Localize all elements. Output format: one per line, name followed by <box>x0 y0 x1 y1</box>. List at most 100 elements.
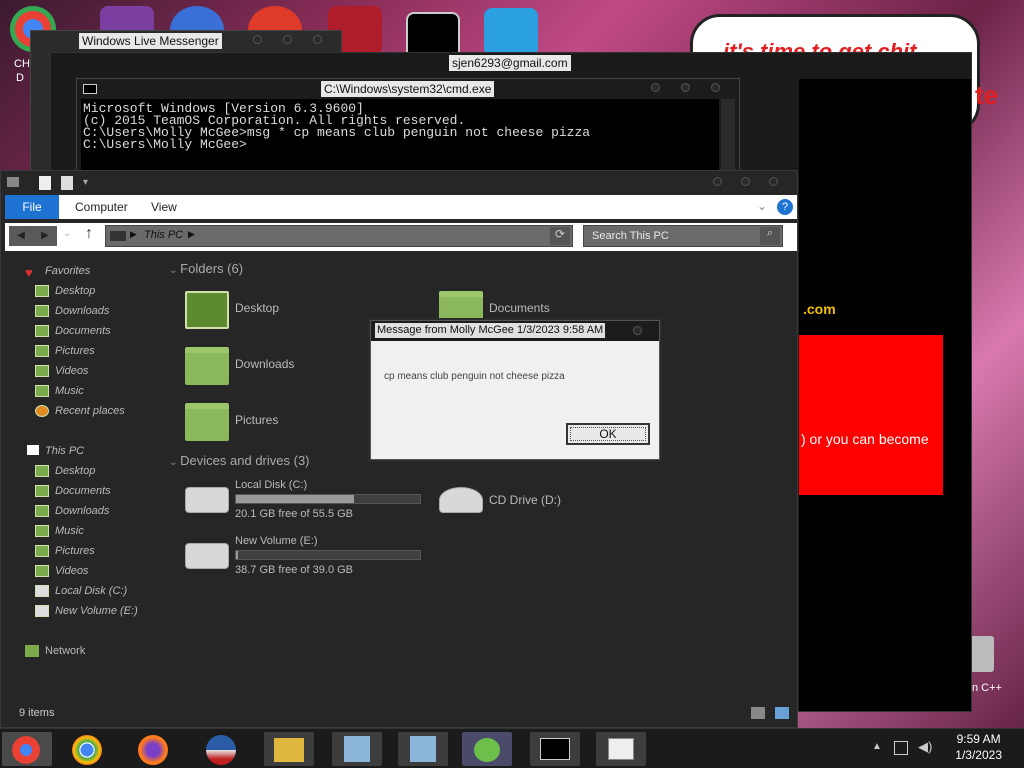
forward-button[interactable]: ▶ <box>33 226 57 246</box>
section-title: Devices and drives (3) <box>180 453 310 468</box>
volume-icon[interactable]: ◀) <box>918 739 932 755</box>
cmd-window[interactable]: C:\Windows\system32\cmd.exe Microsoft Wi… <box>76 78 740 178</box>
drive-item[interactable]: Local Disk (C:) 20.1 GB free of 55.5 GB <box>169 477 421 533</box>
sidebar-item-recent-places[interactable]: Recent places <box>21 401 161 421</box>
minimize-button[interactable] <box>253 35 262 44</box>
cmd-output[interactable]: Microsoft Windows [Version 6.3.9600] (c) … <box>81 99 719 177</box>
new-folder-icon[interactable] <box>61 176 73 190</box>
ribbon-tabs: File Computer View ⌄ ? <box>5 195 797 219</box>
folders-section-header[interactable]: ⌄ Folders (6) <box>169 259 789 279</box>
chevron-down-icon: ⌄ <box>169 265 181 276</box>
window-app-icon[interactable] <box>596 732 646 766</box>
sidebar-item-music[interactable]: Music <box>21 521 161 541</box>
back-button[interactable]: ◀ <box>9 226 33 246</box>
sidebar-item-videos[interactable]: Videos <box>21 361 161 381</box>
sidebar-item-this-pc[interactable]: This PC <box>21 441 161 461</box>
cmd-icon[interactable] <box>530 732 580 766</box>
help-icon[interactable]: ? <box>777 199 793 215</box>
search-icon[interactable]: ⌕ <box>760 227 780 245</box>
recycle-bin-icon[interactable] <box>970 636 994 672</box>
cmd-icon <box>83 84 97 94</box>
desktop-icon <box>35 465 49 477</box>
show-hidden-icons-icon[interactable]: ▲ <box>872 741 882 752</box>
recent-dropdown-icon[interactable]: ⌄ <box>63 228 71 239</box>
devices-section-header[interactable]: ⌄ Devices and drives (3) <box>169 451 310 471</box>
sidebar-item-label: Music <box>55 385 84 397</box>
close-button[interactable] <box>711 83 720 92</box>
file-explorer-icon[interactable] <box>264 732 314 766</box>
sidebar-item-documents[interactable]: Documents <box>21 321 161 341</box>
sidebar-item-videos[interactable]: Videos <box>21 561 161 581</box>
network-icon[interactable] <box>894 741 908 755</box>
chrome-icon[interactable] <box>62 732 112 766</box>
maximize-button[interactable] <box>741 177 750 186</box>
cmd-scrollbar[interactable] <box>721 99 735 177</box>
ok-button[interactable]: OK <box>566 423 650 445</box>
sidebar-item-pictures[interactable]: Pictures <box>21 341 161 361</box>
sidebar-item-favorites[interactable]: ♥ Favorites <box>21 261 161 281</box>
drive-usage-fill <box>236 551 238 559</box>
messenger-icon[interactable] <box>462 732 512 766</box>
sidebar-item-label: This PC <box>45 445 85 457</box>
drive-free-space: 20.1 GB free of 55.5 GB <box>235 508 354 520</box>
tab-view[interactable]: View <box>139 195 189 219</box>
obama-logo-icon[interactable] <box>196 732 246 766</box>
downloads-icon <box>35 305 49 317</box>
drive-item[interactable]: CD Drive (D:) <box>423 477 673 533</box>
sidebar-item-pictures[interactable]: Pictures <box>21 541 161 561</box>
sidebar-item-documents[interactable]: Documents <box>21 481 161 501</box>
minimize-button[interactable] <box>651 83 660 92</box>
tab-computer[interactable]: Computer <box>63 195 140 219</box>
sidebar-item-music[interactable]: Music <box>21 381 161 401</box>
close-button[interactable] <box>313 35 322 44</box>
sidebar-item-network[interactable]: Network <box>21 641 161 661</box>
sidebar-item-label: Desktop <box>55 285 96 297</box>
recent-places-icon <box>35 405 49 417</box>
dialog-title: Message from Molly McGee 1/3/2023 9:58 A… <box>375 323 606 338</box>
tab-file[interactable]: File <box>5 195 59 219</box>
drive-item[interactable]: New Volume (E:) 38.7 GB free of 39.0 GB <box>169 533 421 589</box>
sidebar-item-label: Videos <box>55 365 89 377</box>
sidebar-item-local-disk[interactable]: Local Disk (C:) <box>21 581 161 601</box>
clock[interactable]: 9:59 AM 1/3/2023 <box>955 731 1002 763</box>
minimize-button[interactable] <box>713 177 722 186</box>
address-bar[interactable]: ▶ This PC ▶ ⟳ <box>105 225 573 247</box>
chat-link[interactable]: .com <box>803 301 836 317</box>
message-dialog[interactable]: Message from Molly McGee 1/3/2023 9:58 A… <box>370 320 660 460</box>
search-box[interactable]: Search This PC ⌕ <box>583 225 783 247</box>
firefox-icon[interactable] <box>128 732 178 766</box>
chat-red-text: ) or you can become <box>801 431 929 447</box>
network-setup-icon[interactable] <box>332 732 382 766</box>
refresh-icon[interactable]: ⟳ <box>550 227 570 245</box>
large-icons-view-icon[interactable] <box>775 707 789 719</box>
music-icon <box>35 525 49 537</box>
remote-app-icon[interactable] <box>484 8 538 56</box>
sidebar-item-desktop[interactable]: Desktop <box>21 281 161 301</box>
up-arrow-icon[interactable]: ↑ <box>85 225 93 243</box>
sidebar-item-desktop[interactable]: Desktop <box>21 461 161 481</box>
drive-usage-fill <box>236 495 354 503</box>
folder-label: Pictures <box>235 413 279 427</box>
maximize-button[interactable] <box>283 35 292 44</box>
breadcrumb-this-pc[interactable]: This PC <box>144 229 183 241</box>
desktop-icon <box>35 285 49 297</box>
downloads-folder-icon <box>185 347 229 385</box>
close-button[interactable] <box>633 326 642 335</box>
breadcrumb-chevron-icon[interactable]: ▶ <box>188 229 195 240</box>
search-input[interactable]: Search This PC <box>592 230 669 242</box>
section-title: Folders (6) <box>180 261 244 276</box>
properties-icon[interactable] <box>39 176 51 190</box>
sidebar-item-downloads[interactable]: Downloads <box>21 501 161 521</box>
close-button[interactable] <box>769 177 778 186</box>
network-setup-2-icon[interactable] <box>398 732 448 766</box>
chat-red-box: ) or you can become <box>799 335 943 495</box>
chrome-legacy-icon[interactable] <box>2 732 52 766</box>
explorer-app-icon <box>7 177 19 187</box>
qat-dropdown-icon[interactable]: ▾ <box>83 177 88 188</box>
maximize-button[interactable] <box>681 83 690 92</box>
sidebar-item-downloads[interactable]: Downloads <box>21 301 161 321</box>
folder-label: Desktop <box>235 301 280 315</box>
chevron-down-icon[interactable]: ⌄ <box>757 199 767 213</box>
details-view-icon[interactable] <box>751 707 765 719</box>
sidebar-item-new-volume[interactable]: New Volume (E:) <box>21 601 161 621</box>
